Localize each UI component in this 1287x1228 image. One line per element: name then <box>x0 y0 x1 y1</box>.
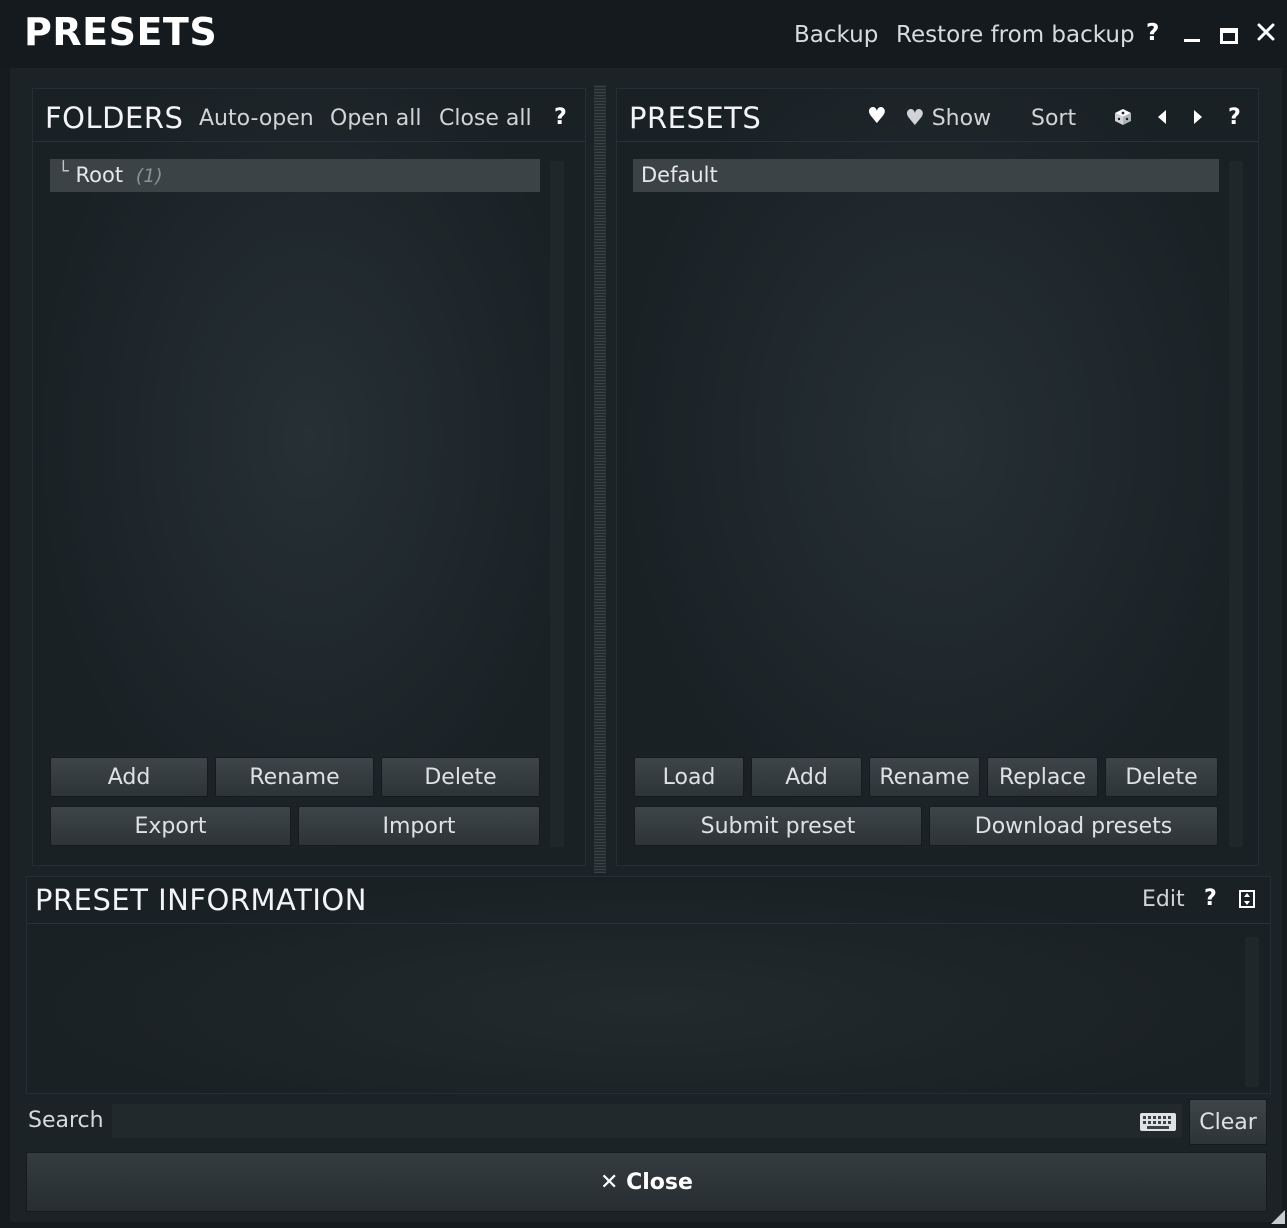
previous-preset-icon[interactable] <box>1155 108 1169 130</box>
minimize-icon[interactable] <box>1184 22 1202 44</box>
submit-preset-button[interactable]: Submit preset <box>634 806 922 846</box>
folder-delete-button[interactable]: Delete <box>381 757 540 797</box>
edit-button[interactable]: Edit <box>1142 887 1185 912</box>
next-preset-icon[interactable] <box>1191 108 1205 130</box>
clear-button[interactable]: Clear <box>1189 1099 1267 1145</box>
search-label: Search <box>28 1108 104 1133</box>
preset-delete-button[interactable]: Delete <box>1105 757 1218 797</box>
presets-title: PRESETS <box>629 101 762 135</box>
folder-add-button[interactable]: Add <box>50 757 208 797</box>
keyboard-icon[interactable] <box>1139 1112 1177 1136</box>
restore-from-backup-button[interactable]: Restore from backup <box>896 22 1135 48</box>
folders-header: FOLDERS Auto-open Open all Close all ? <box>33 89 585 142</box>
preset-rename-button[interactable]: Rename <box>869 757 980 797</box>
preset-item-default[interactable]: Default <box>633 159 1219 192</box>
tree-branch-icon: └ <box>58 161 69 182</box>
info-title: PRESET INFORMATION <box>35 883 367 917</box>
info-help-icon[interactable]: ? <box>1204 886 1217 911</box>
show-favorites-button[interactable]: ♥ Show <box>905 106 991 131</box>
folder-rename-button[interactable]: Rename <box>215 757 374 797</box>
close-button[interactable]: ✕ Close <box>26 1152 1267 1212</box>
maximize-icon[interactable] <box>1220 28 1238 44</box>
info-scrollbar[interactable] <box>1245 937 1259 1087</box>
preset-information-panel: PRESET INFORMATION Edit ? <box>26 876 1271 1094</box>
preset-add-button[interactable]: Add <box>751 757 862 797</box>
close-all-button[interactable]: Close all <box>439 106 532 131</box>
import-button[interactable]: Import <box>298 806 540 846</box>
sort-button[interactable]: Sort <box>1031 106 1076 131</box>
favorite-heart-icon[interactable]: ♥ <box>867 104 887 129</box>
help-icon[interactable]: ? <box>1146 20 1159 46</box>
download-presets-button[interactable]: Download presets <box>929 806 1218 846</box>
random-dice-icon[interactable] <box>1114 108 1132 126</box>
replace-button[interactable]: Replace <box>987 757 1098 797</box>
presets-panel: PRESETS ♥ ♥ Show Sort ? Default Load Add… <box>616 88 1259 866</box>
resize-grip-icon[interactable] <box>1271 1209 1285 1228</box>
panel-splitter[interactable] <box>594 85 606 873</box>
auto-open-button[interactable]: Auto-open <box>199 106 314 131</box>
window-title: PRESETS <box>24 10 218 54</box>
search-input[interactable] <box>112 1104 1182 1138</box>
presets-header: PRESETS ♥ ♥ Show Sort ? <box>617 89 1258 142</box>
export-button[interactable]: Export <box>50 806 291 846</box>
folder-label: Root <box>75 163 124 187</box>
folders-help-icon[interactable]: ? <box>554 105 567 130</box>
folder-count: (1) <box>135 165 163 187</box>
collapse-panel-icon[interactable] <box>1239 890 1255 912</box>
title-bar: PRESETS Backup Restore from backup ? <box>0 0 1287 68</box>
presets-scrollbar[interactable] <box>1229 161 1243 847</box>
load-button[interactable]: Load <box>634 757 744 797</box>
folders-panel: FOLDERS Auto-open Open all Close all ? └… <box>32 88 586 866</box>
folders-title: FOLDERS <box>45 101 184 135</box>
info-header: PRESET INFORMATION Edit ? <box>27 877 1270 924</box>
presets-help-icon[interactable]: ? <box>1228 105 1241 130</box>
close-icon[interactable] <box>1256 22 1278 44</box>
folders-scrollbar[interactable] <box>550 161 564 847</box>
folder-item-root[interactable]: └ Root (1) <box>50 159 540 192</box>
backup-button[interactable]: Backup <box>794 22 878 48</box>
open-all-button[interactable]: Open all <box>330 106 421 131</box>
